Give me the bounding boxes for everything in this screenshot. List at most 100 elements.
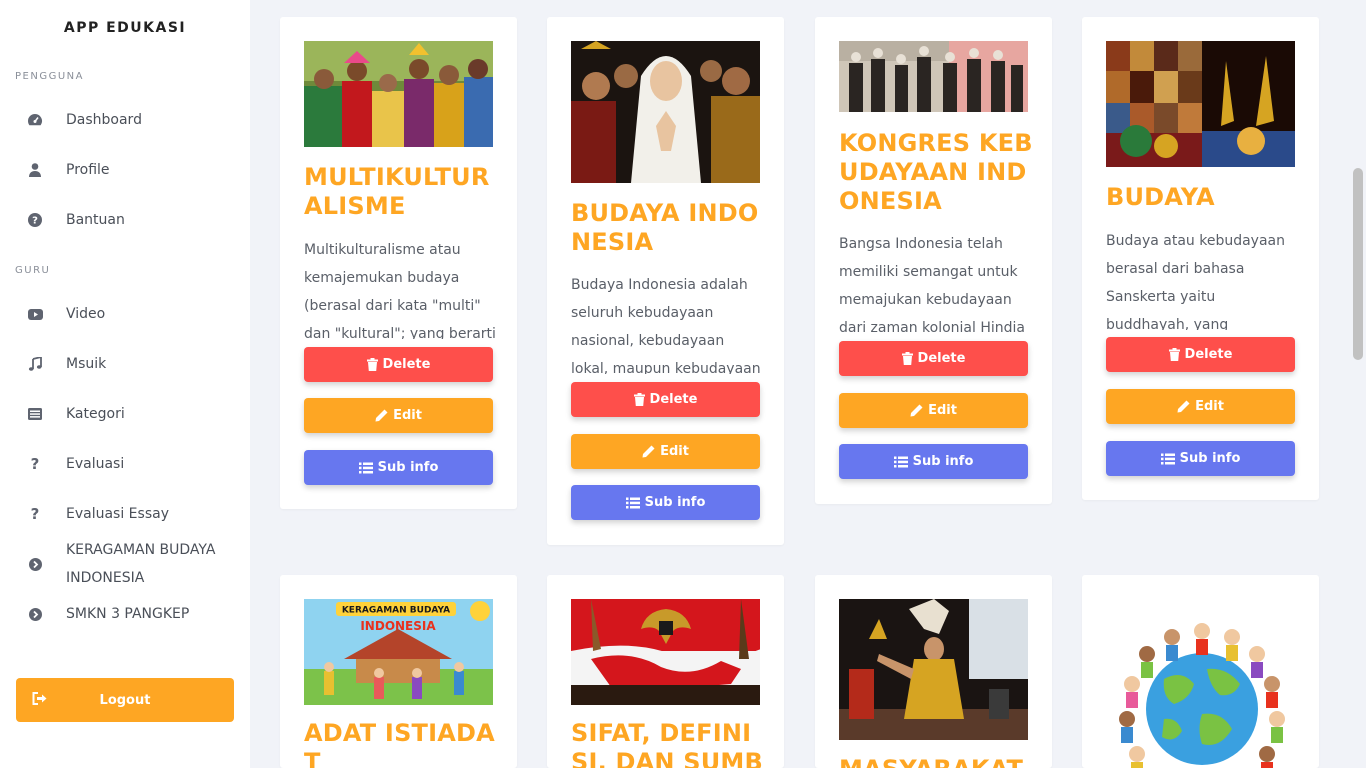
logout-label: Logout (99, 692, 151, 708)
list-alt-icon (27, 406, 43, 422)
user-icon (27, 162, 43, 178)
edit-button[interactable]: Edit (1106, 389, 1295, 424)
sidebar-item-label: Evaluasi Essay (66, 506, 169, 522)
question-icon: ? (30, 505, 40, 523)
list-icon (625, 497, 640, 508)
pencil-icon (642, 445, 655, 458)
logout-button[interactable]: Logout (16, 678, 234, 722)
sub-info-button[interactable]: Sub info (304, 450, 493, 485)
scrollbar[interactable] (1350, 0, 1366, 768)
delete-button[interactable]: Delete (1106, 337, 1295, 372)
delete-button[interactable]: Delete (571, 382, 760, 417)
edit-label: Edit (928, 403, 957, 418)
music-icon (27, 356, 43, 372)
pencil-icon (910, 404, 923, 417)
sidebar-item-video[interactable]: Video (0, 300, 250, 328)
edit-button[interactable]: Edit (304, 398, 493, 433)
pencil-icon (375, 409, 388, 422)
sidebar-item-smkn-3-pangkep[interactable]: SMKN 3 PANGKEP (0, 600, 250, 628)
card-image (1102, 599, 1298, 768)
sub-info-button[interactable]: Sub info (839, 444, 1028, 479)
card-adat-istiadat: KERAGAMAN BUDAYA INDONESIA ADAT ISTIADAT (280, 575, 517, 768)
dashboard-icon (27, 112, 43, 128)
list-icon (358, 462, 373, 473)
card-image (1106, 41, 1295, 167)
list-icon (893, 456, 908, 467)
sidebar-item-label: Msuik (66, 356, 107, 372)
trash-icon (633, 393, 645, 406)
sidebar-item-evaluasi[interactable]: ? Evaluasi (0, 450, 250, 478)
trash-icon (366, 358, 378, 371)
chevron-circle-right-icon (27, 556, 43, 572)
card-title: BUDAYA (1106, 183, 1215, 211)
sidebar-item-label: Profile (66, 162, 110, 178)
sign-out-icon (32, 692, 47, 709)
sidebar-item-dashboard[interactable]: Dashboard (0, 106, 250, 134)
sidebar-item-label: KERAGAMAN BUDAYA INDONESIA (66, 542, 216, 586)
card-image: KERAGAMAN BUDAYA INDONESIA (304, 599, 493, 705)
card-image (571, 599, 760, 705)
card-title: KONGRES KEBUDAYAAN INDONESIA (839, 129, 1033, 215)
scrollbar-thumb[interactable] (1353, 168, 1363, 360)
card-description: Budaya Indonesia adalah seluruh kebudaya… (571, 277, 761, 374)
card-image (839, 41, 1028, 112)
trash-icon (1168, 348, 1180, 361)
sidebar-item-profile[interactable]: Profile (0, 156, 250, 184)
delete-label: Delete (649, 392, 698, 407)
section-guru: GURU (15, 265, 51, 276)
card-image (304, 41, 493, 147)
edit-button[interactable]: Edit (571, 434, 760, 469)
trash-icon (901, 352, 913, 365)
sub-info-label: Sub info (1179, 451, 1241, 466)
delete-button[interactable]: Delete (839, 341, 1028, 376)
pencil-icon (1177, 400, 1190, 413)
delete-button[interactable]: Delete (304, 347, 493, 382)
question-icon: ? (30, 455, 40, 473)
sidebar-item-label: Bantuan (66, 212, 125, 228)
sidebar-item-label: Video (66, 306, 106, 322)
banner-line1: KERAGAMAN BUDAYA (342, 606, 450, 616)
card-masyarakat: MASYARAKAT (815, 575, 1052, 768)
app-brand[interactable]: APP EDUKASI (0, 20, 250, 36)
delete-label: Delete (382, 357, 431, 372)
card-title: ADAT ISTIADAT (304, 719, 495, 768)
sidebar-item-label: Evaluasi (66, 456, 125, 472)
svg-text:?: ? (32, 216, 38, 227)
youtube-icon (27, 306, 43, 322)
sidebar-item-musik[interactable]: Msuik (0, 350, 250, 378)
list-icon (1160, 453, 1175, 464)
sidebar-item-bantuan[interactable]: ? Bantuan (0, 206, 250, 234)
sub-info-label: Sub info (644, 495, 706, 510)
sub-info-button[interactable]: Sub info (571, 485, 760, 520)
delete-label: Delete (917, 351, 966, 366)
question-circle-icon: ? (27, 212, 43, 228)
sidebar-item-label: Dashboard (66, 112, 142, 128)
chevron-circle-right-icon (27, 606, 43, 622)
card-kongres-kebudayaan: KONGRES KEBUDAYAAN INDONESIA Bangsa Indo… (815, 17, 1052, 504)
card-title: BUDAYA INDONESIA (571, 199, 759, 256)
card-description: Bangsa Indonesia telah memiliki semangat… (839, 236, 1025, 333)
edit-button[interactable]: Edit (839, 393, 1028, 428)
sidebar-item-kategori[interactable]: Kategori (0, 400, 250, 428)
card-description: Budaya atau kebudayaan berasal dari baha… (1106, 233, 1285, 330)
card-description: Multikulturalisme atau kemajemukan buday… (304, 242, 496, 339)
sidebar-item-label: Kategori (66, 406, 125, 422)
sidebar-item-label: SMKN 3 PANGKEP (66, 606, 190, 622)
card-image (839, 599, 1028, 740)
card-sifat-definisi: SIFAT, DEFINISI, DAN SUMBER (547, 575, 784, 768)
delete-label: Delete (1184, 347, 1233, 362)
sub-info-button[interactable]: Sub info (1106, 441, 1295, 476)
edit-label: Edit (393, 408, 422, 423)
card-image (571, 41, 760, 183)
sidebar-item-keragaman-budaya[interactable]: KERAGAMAN BUDAYA INDONESIA (0, 536, 250, 592)
sub-info-label: Sub info (912, 454, 974, 469)
card-multikulturalisme: MULTIKULTURALISME Multikulturalisme atau… (280, 17, 517, 509)
edit-label: Edit (1195, 399, 1224, 414)
sub-info-label: Sub info (377, 460, 439, 475)
edit-label: Edit (660, 444, 689, 459)
card-globe (1082, 575, 1319, 768)
sidebar-item-evaluasi-essay[interactable]: ? Evaluasi Essay (0, 500, 250, 528)
card-title: MASYARAKAT (839, 755, 1034, 768)
card-budaya-indonesia: BUDAYA INDONESIA Budaya Indonesia adalah… (547, 17, 784, 545)
sidebar: APP EDUKASI PENGGUNA Dashboard Profile ?… (0, 0, 250, 768)
